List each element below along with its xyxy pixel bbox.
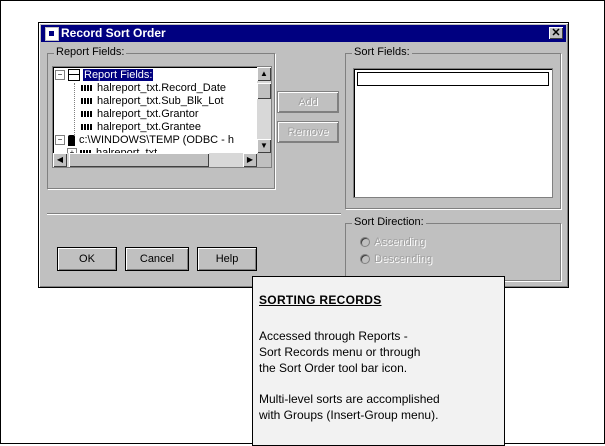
- remove-button[interactable]: Remove: [277, 121, 339, 143]
- record-sort-order-dialog: Record Sort Order ✕ Report Fields: − Repo…: [38, 22, 569, 288]
- report-fields-label: Report Fields:: [54, 46, 127, 58]
- tree-item-label: halreport_txt.Grantor: [97, 108, 199, 120]
- info-heading: SORTING RECORDS: [259, 293, 382, 307]
- tree-item-label: Report Fields:: [83, 69, 154, 81]
- descending-label: Descending: [374, 253, 433, 265]
- tree-item-sub-blk-lot[interactable]: halreport_txt.Sub_Blk_Lot: [81, 95, 224, 108]
- radio-icon: [360, 237, 370, 248]
- tree-horizontal-scrollbar[interactable]: ◀ ▶: [53, 153, 257, 167]
- cancel-button[interactable]: Cancel: [125, 247, 189, 271]
- ascending-label: Ascending: [374, 236, 426, 248]
- tree-item-label: c:\WINDOWS\TEMP (ODBC - h: [79, 134, 235, 146]
- sort-field-entry[interactable]: [357, 72, 549, 86]
- vertical-scroll-thumb[interactable]: [257, 83, 271, 99]
- sort-fields-list[interactable]: [353, 68, 553, 198]
- sort-direction-group: Sort Direction: Ascending Descending: [345, 216, 561, 281]
- radio-icon: [360, 254, 370, 265]
- horizontal-scroll-thumb[interactable]: [69, 153, 209, 167]
- add-button[interactable]: Add: [277, 91, 339, 113]
- ok-button[interactable]: OK: [57, 247, 117, 271]
- tree-vertical-scrollbar[interactable]: ▲ ▼: [257, 67, 271, 153]
- field-icon: [81, 98, 93, 105]
- scrollbar-corner: [257, 153, 271, 167]
- separator: [47, 213, 341, 215]
- collapse-toggle-icon[interactable]: −: [55, 70, 65, 81]
- tree-item-label: halreport_txt.Sub_Blk_Lot: [97, 95, 224, 107]
- title-bar[interactable]: Record Sort Order ✕: [41, 25, 566, 42]
- ascending-radio[interactable]: Ascending: [360, 236, 425, 248]
- sort-fields-group: Sort Fields:: [345, 46, 561, 209]
- close-icon[interactable]: ✕: [549, 27, 563, 39]
- scroll-down-icon[interactable]: ▼: [257, 139, 271, 153]
- tree-item-label: halreport_txt.Record_Date: [97, 82, 227, 94]
- app-icon: [45, 27, 59, 41]
- sorting-records-info-box: SORTING RECORDS Accessed through Reports…: [252, 276, 505, 446]
- scroll-left-icon[interactable]: ◀: [53, 153, 67, 167]
- dialog-title: Record Sort Order: [61, 26, 166, 40]
- info-paragraph-1: Accessed through Reports - Sort Records …: [259, 329, 421, 375]
- tree-item-record-date[interactable]: halreport_txt.Record_Date: [81, 82, 226, 95]
- descending-radio[interactable]: Descending: [360, 253, 432, 265]
- collapse-toggle-icon[interactable]: −: [55, 135, 65, 146]
- tree-item-label: halreport_txt.Grantee: [97, 121, 201, 133]
- sort-fields-label: Sort Fields:: [352, 46, 412, 58]
- database-icon: [68, 134, 75, 146]
- field-icon: [81, 124, 93, 131]
- help-button[interactable]: Help: [197, 247, 257, 271]
- tree-item-grantor[interactable]: halreport_txt.Grantor: [81, 108, 199, 121]
- report-fields-tree[interactable]: − Report Fields: halreport_txt.Record_Dat…: [52, 66, 272, 168]
- report-fields-group: Report Fields: − Report Fields: halreport…: [47, 46, 275, 189]
- tree-item-database[interactable]: − c:\WINDOWS\TEMP (ODBC - h: [55, 134, 234, 147]
- field-icon: [81, 111, 93, 118]
- tree-item-grantee[interactable]: halreport_txt.Grantee: [81, 121, 201, 134]
- sort-direction-label: Sort Direction:: [352, 216, 426, 228]
- scroll-up-icon[interactable]: ▲: [257, 67, 271, 81]
- field-icon: [81, 85, 93, 92]
- info-paragraph-2: Multi-level sorts are accomplished with …: [259, 392, 440, 422]
- tree-item-report-fields[interactable]: − Report Fields:: [55, 69, 154, 82]
- report-icon: [68, 69, 80, 82]
- scroll-right-icon[interactable]: ▶: [243, 153, 257, 167]
